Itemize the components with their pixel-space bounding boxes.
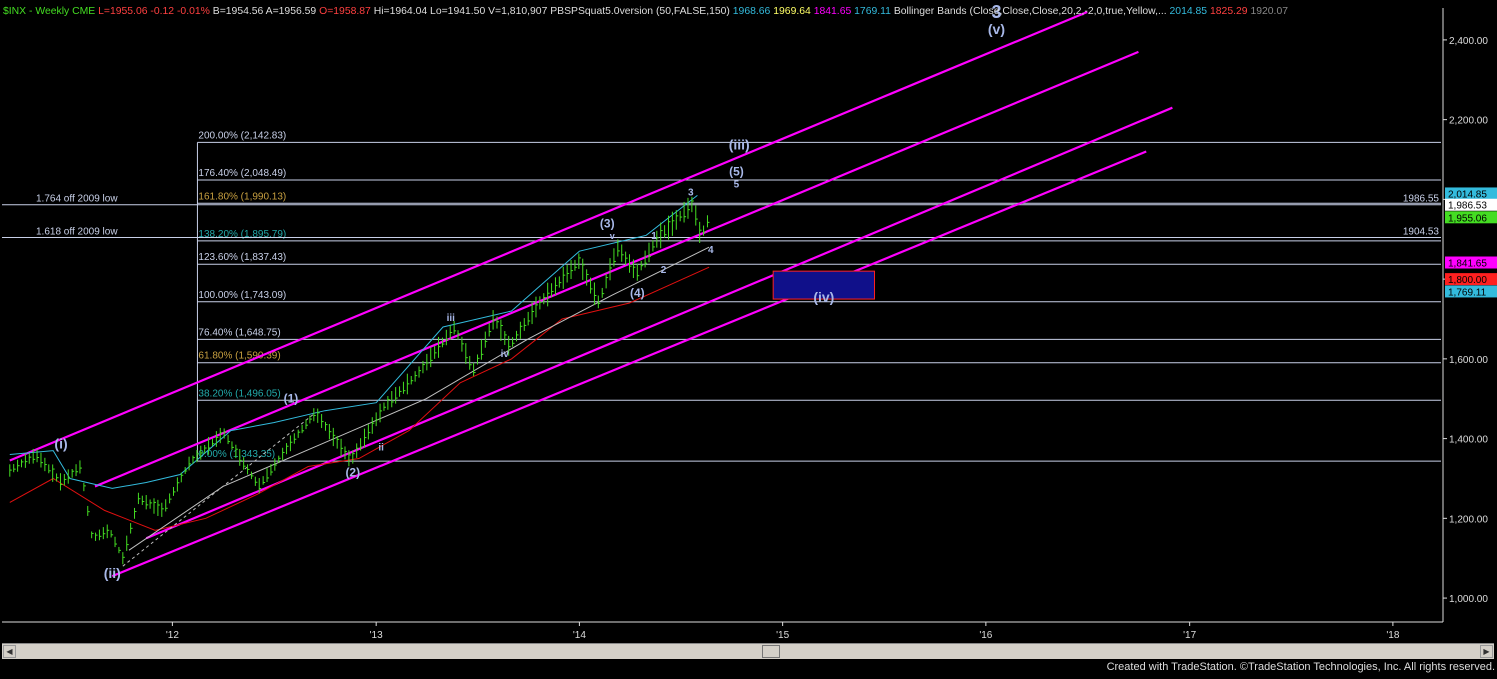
wave-label: (iv) — [813, 289, 834, 305]
header-field: 1825.29 — [1210, 6, 1250, 17]
x-tick-label: '14 — [573, 630, 586, 641]
wave-label: 5 — [734, 179, 740, 190]
y-tick-label: 2,400.00 — [1449, 36, 1488, 47]
y-tick-label: 1,400.00 — [1449, 435, 1488, 446]
header-field: $INX - Weekly — [3, 6, 72, 17]
x-tick-label: '12 — [166, 630, 179, 641]
scroll-left-button[interactable]: ◀ — [3, 645, 16, 658]
scroll-right-button[interactable]: ▶ — [1480, 645, 1493, 658]
x-tick-label: '13 — [370, 630, 383, 641]
fib-label: 200.00% (2,142.83) — [198, 130, 286, 141]
price-tag: 1,769.11 — [1448, 287, 1487, 298]
header-field: B=1954.56 — [213, 6, 266, 17]
wave-label: 4 — [708, 245, 714, 256]
header-field: 1920.07 — [1250, 6, 1288, 17]
header-field: 2014.85 — [1170, 6, 1210, 17]
x-tick-label: '15 — [776, 630, 789, 641]
header-field: Bollinger Bands (Close,Close,Close,20,2,… — [894, 6, 1170, 17]
copyright-footer: Created with TradeStation. ©TradeStation… — [1106, 661, 1495, 673]
header-field: L=1955.06 — [98, 6, 150, 17]
wave-label: ii — [378, 443, 384, 454]
y-tick-label: 2,200.00 — [1449, 116, 1488, 127]
x-tick-label: '16 — [979, 630, 992, 641]
wave-label: (4) — [630, 286, 645, 300]
header-field: 1969.64 — [773, 6, 813, 17]
fib-label: 100.00% (1,743.09) — [198, 290, 286, 301]
wave-label: (3) — [600, 216, 615, 230]
y-tick-label: 1,000.00 — [1449, 594, 1488, 605]
header-field: 1769.11 — [854, 6, 894, 17]
price-tag: 1,955.06 — [1448, 213, 1487, 224]
x-tick-label: '18 — [1386, 630, 1399, 641]
wave-label: iii — [447, 313, 456, 324]
wave-label: v — [610, 231, 615, 241]
header-bar: $INX - Weekly CME L=1955.06 -0.12 -0.01%… — [3, 6, 1288, 17]
fib-label: 123.60% (1,837.43) — [198, 252, 286, 263]
extension-label: 1.764 off 2009 low — [36, 194, 118, 205]
price-tag: 1,986.53 — [1448, 201, 1487, 212]
fib-label: 138.20% (1,895.79) — [198, 229, 286, 240]
header-field: V=1,810,907 — [488, 6, 550, 17]
wave-label: 2 — [661, 265, 667, 276]
fib-label: 38.20% (1,496.05) — [198, 388, 280, 399]
header-field: PBSPSquat5.0version (50,FALSE,150) — [550, 6, 733, 17]
extension-label: 1.618 off 2009 low — [36, 226, 118, 237]
y-tick-label: 1,200.00 — [1449, 514, 1488, 525]
wave-label: (2) — [345, 465, 360, 479]
header-field: Lo=1941.50 — [430, 6, 488, 17]
wave-label: (i) — [54, 436, 67, 452]
header-field: CME — [72, 6, 98, 17]
price-tag: 1,841.65 — [1448, 259, 1487, 270]
wave-label: (5) — [729, 164, 744, 178]
header-field: Hi=1964.04 — [374, 6, 430, 17]
price-tag: 1,800.00 — [1448, 275, 1487, 286]
price-chart: 200.00% (2,142.83) 176.40% (2,048.49) 161.… — [0, 0, 1497, 674]
wave-label: 1 — [651, 231, 657, 242]
header-field: O=1958.87 — [319, 6, 374, 17]
header-field: -0.01% — [177, 6, 213, 17]
extension-value: 1904.53 — [1403, 226, 1440, 237]
wave-label: (iii) — [729, 137, 750, 153]
fib-label: 161.80% (1,990.13) — [198, 191, 286, 202]
wave-label: (v) — [988, 21, 1005, 37]
scroll-thumb[interactable] — [762, 645, 780, 658]
header-field: 1841.65 — [814, 6, 854, 17]
header-field: -0.12 — [150, 6, 177, 17]
fib-label: 0.00% (1,343.35) — [198, 449, 275, 460]
fib-label: 76.40% (1,648.75) — [198, 327, 280, 338]
wave-label: (ii) — [104, 565, 121, 581]
header-field: A=1956.59 — [266, 6, 319, 17]
wave-label: iv — [501, 349, 510, 360]
wave-label: (1) — [284, 392, 299, 406]
fib-label: 176.40% (2,048.49) — [198, 168, 286, 179]
x-tick-label: '17 — [1183, 630, 1196, 641]
extension-value: 1986.55 — [1403, 194, 1440, 205]
wave-label: 3 — [688, 187, 694, 198]
horizontal-scrollbar[interactable]: ◀ ▶ — [2, 643, 1494, 659]
y-tick-label: 1,600.00 — [1449, 355, 1488, 366]
header-field: 1968.66 — [733, 6, 773, 17]
chart-area[interactable]: 200.00% (2,142.83) 176.40% (2,048.49) 161.… — [0, 0, 1497, 674]
